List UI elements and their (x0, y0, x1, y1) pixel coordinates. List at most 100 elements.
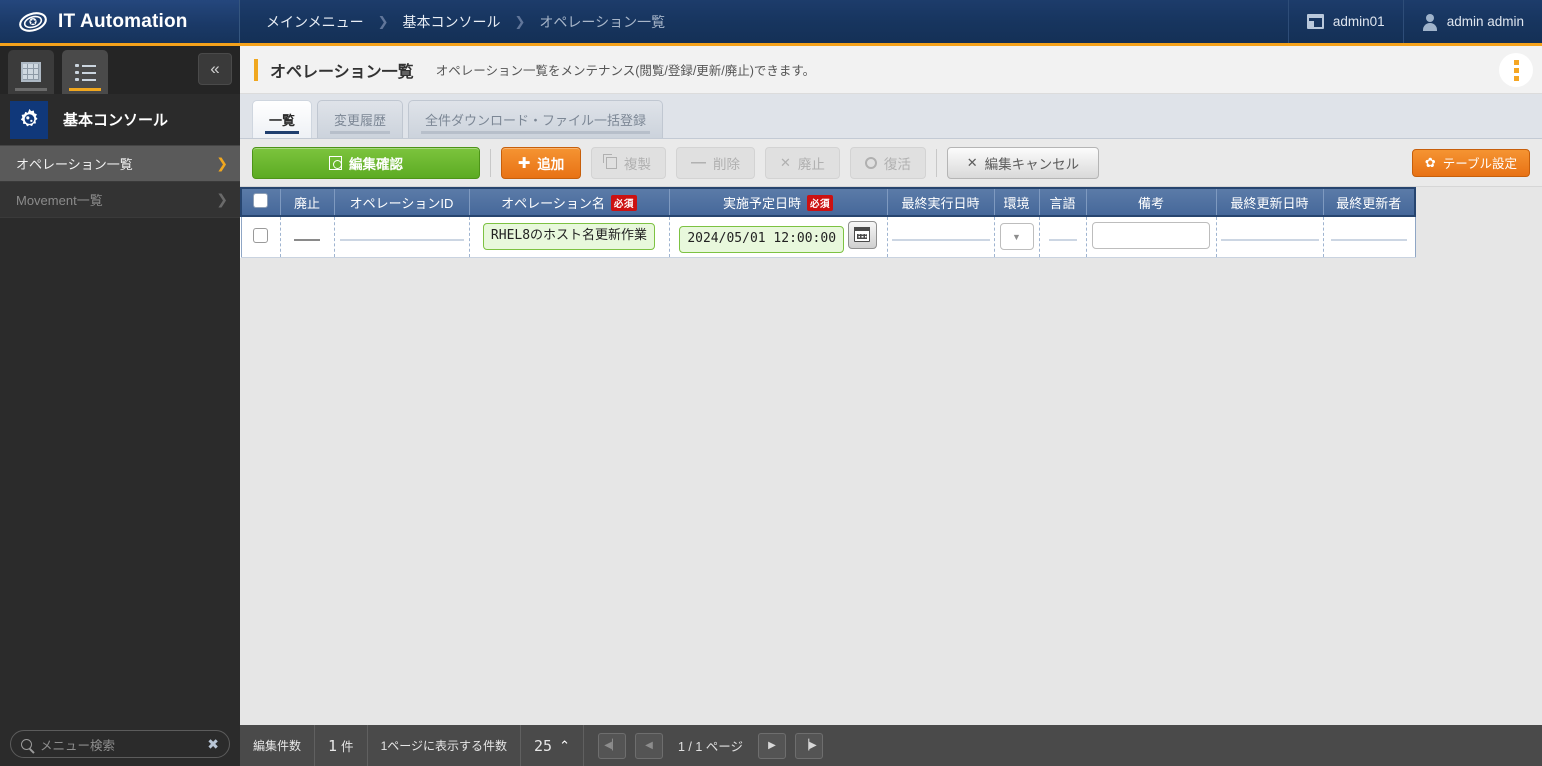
row-select-cell[interactable] (240, 216, 281, 258)
sidebar-tab-list-view[interactable] (62, 50, 108, 94)
breadcrumb-item-basic-console[interactable]: 基本コンソール (403, 12, 501, 32)
toolbar-divider (935, 148, 937, 177)
workspace-label: admin01 (1332, 14, 1385, 29)
scheduled-datetime-input[interactable]: 2024/05/01 12:00:00 (679, 226, 845, 253)
discard-button[interactable]: ✕ 廃止 (765, 146, 840, 179)
column-label: 最終更新日時 (1230, 195, 1309, 211)
page-title-accent-bar (254, 58, 258, 81)
more-options-icon[interactable] (1499, 53, 1533, 87)
delete-button[interactable]: ― 削除 (676, 146, 755, 179)
table-header-discarded[interactable]: 廃止 (280, 187, 335, 217)
per-page-value: 25 (534, 736, 553, 755)
operation-name-input[interactable]: RHEL8のホスト名更新作業 (482, 223, 656, 251)
restore-button[interactable]: 復活 (849, 146, 926, 179)
confirm-edit-label: 編集確認 (349, 156, 403, 172)
user-menu[interactable]: admin admin (1402, 0, 1542, 43)
add-button[interactable]: ✚ 追加 (501, 146, 581, 179)
top-bar-right: admin01 admin admin (1287, 0, 1542, 43)
table-header-environment[interactable]: 環境 (994, 187, 1040, 217)
x-icon: ✕ (966, 154, 978, 170)
remarks-input[interactable] (1092, 221, 1210, 249)
workspace-selector[interactable]: admin01 (1287, 0, 1403, 43)
row-operation-name-cell[interactable]: RHEL8のホスト名更新作業 (469, 216, 670, 258)
page-header: オペレーション一覧 オペレーション一覧をメンテナンス(閲覧/登録/更新/廃止)で… (240, 46, 1542, 94)
column-label: 実施予定日時 (722, 195, 801, 211)
table-footer: 編集件数 1 件 1ページに表示する件数 25 ⌃ ◀▏ ◀ 1 / 1 ページ… (240, 725, 1542, 766)
per-page-label: 1ページに表示する件数 (367, 725, 521, 766)
tab-bulk-download-upload[interactable]: 全件ダウンロード・ファイル一括登録 (408, 100, 664, 138)
user-name-label: admin admin (1446, 14, 1524, 29)
table-header-last-update[interactable]: 最終更新日時 (1216, 187, 1324, 217)
breadcrumb-separator-icon: ❯ (377, 13, 389, 29)
brand[interactable]: IT Automation (0, 0, 240, 43)
sidebar-item-label: Movement一覧 (16, 193, 103, 208)
circle-icon (864, 156, 877, 169)
sidebar-collapse-button[interactable]: « (198, 53, 232, 85)
column-label: 最終更新者 (1336, 195, 1402, 211)
restore-label: 復活 (883, 156, 911, 172)
row-environment-cell[interactable]: ▼ (994, 216, 1040, 258)
row-scheduled-datetime-cell[interactable]: 2024/05/01 12:00:00 (669, 216, 888, 258)
table-settings-button[interactable]: ✿ テーブル設定 (1411, 148, 1530, 177)
row-last-execution-cell (887, 216, 995, 258)
row-language-cell (1039, 216, 1087, 258)
row-last-update-cell (1216, 216, 1324, 258)
prev-page-button[interactable]: ◀ (634, 732, 663, 759)
empty-value-line (1331, 239, 1407, 242)
table-header-scheduled-datetime[interactable]: 実施予定日時 必須 (669, 187, 888, 217)
sidebar-view-tabs: « (0, 46, 240, 94)
table-header-row: 廃止 オペレーションID オペレーション名 必須 実施予定日時 必須 最終実行日時 … (240, 187, 1416, 217)
brand-title: IT Automation (58, 10, 188, 32)
empty-value-line (1220, 239, 1319, 242)
required-badge: 必須 (807, 194, 834, 211)
duplicate-button[interactable]: 複製 (591, 146, 666, 179)
next-page-button[interactable]: ▶ (758, 732, 787, 759)
plus-icon: ✚ (517, 154, 531, 172)
row-checkbox[interactable] (253, 227, 268, 243)
tab-change-history[interactable]: 変更履歴 (317, 100, 404, 138)
table-header-operation-name[interactable]: オペレーション名 必須 (469, 187, 670, 217)
table-header-operation-id[interactable]: オペレーションID (334, 187, 470, 217)
cancel-edit-button[interactable]: ✕ 編集キャンセル (946, 146, 1099, 179)
page-indicator: 1 / 1 ページ (677, 740, 744, 754)
empty-value-line (1048, 239, 1077, 242)
page-description: オペレーション一覧をメンテナンス(閲覧/登録/更新/廃止)できます。 (435, 64, 816, 78)
sidebar-item-operation-list[interactable]: オペレーション一覧 ❯ (0, 146, 240, 182)
content-tabs: 一覧 変更履歴 全件ダウンロード・ファイル一括登録 (240, 94, 1542, 139)
gear-icon: ✿ (1424, 154, 1436, 170)
confirm-edit-button[interactable]: 編集確認 (252, 146, 480, 179)
breadcrumb-item-main-menu[interactable]: メインメニュー (266, 12, 364, 32)
sidebar-section-title: 基本コンソール (63, 112, 169, 129)
table-header-remarks[interactable]: 備考 (1086, 187, 1217, 217)
sidebar-section-header: 基本コンソール (0, 94, 240, 146)
console-gear-icon (10, 100, 48, 139)
table-header-last-updater[interactable]: 最終更新者 (1323, 187, 1416, 217)
chevron-right-icon: ❯ (216, 155, 228, 171)
table-header-language[interactable]: 言語 (1039, 187, 1087, 217)
sidebar-tab-grid-view[interactable] (8, 50, 54, 94)
close-icon[interactable]: ✖ (207, 736, 219, 753)
table-scroll-area[interactable]: 廃止 オペレーションID オペレーション名 必須 実施予定日時 必須 最終実行日時 … (240, 187, 1542, 725)
last-page-button[interactable]: ▕▶ (795, 732, 824, 759)
table-header-select-all[interactable] (240, 187, 281, 217)
minus-icon: ― (691, 154, 706, 171)
column-label: 環境 (1003, 195, 1030, 211)
environment-select[interactable]: ▼ (999, 223, 1034, 251)
edit-count-number: 1 (328, 736, 338, 755)
column-label: 最終実行日時 (901, 195, 980, 211)
menu-search-input[interactable]: メニュー検索 ✖ (10, 730, 230, 758)
select-all-checkbox[interactable] (253, 193, 269, 208)
sidebar-item-movement-list[interactable]: Movement一覧 ❯ (0, 182, 240, 218)
table-row[interactable]: RHEL8のホスト名更新作業 2024/05/01 12:00:00 ▼ (240, 216, 1416, 258)
tab-list[interactable]: 一覧 (252, 100, 313, 138)
page-title: オペレーション一覧 (270, 63, 414, 81)
per-page-selector[interactable]: 25 ⌃ (521, 725, 584, 766)
column-label: オペレーション名 (501, 195, 605, 211)
edit-count-unit: 件 (341, 740, 354, 754)
row-remarks-cell[interactable] (1086, 216, 1217, 258)
table-header-last-execution[interactable]: 最終実行日時 (887, 187, 995, 217)
calendar-picker-button[interactable] (847, 220, 877, 249)
discard-label: 廃止 (797, 156, 825, 172)
first-page-button[interactable]: ◀▏ (597, 732, 626, 759)
action-toolbar: 編集確認 ✚ 追加 複製 ― 削除 ✕ 廃止 復活 ✕ 編集キャンセル ✿ テー… (240, 139, 1542, 187)
